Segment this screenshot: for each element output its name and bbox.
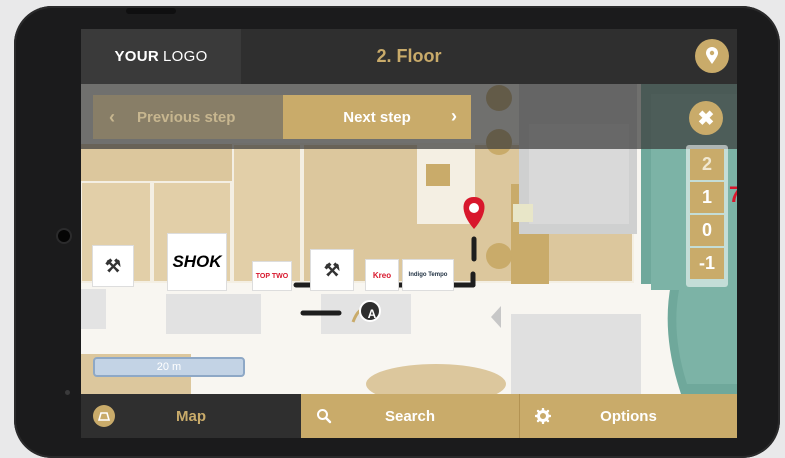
chevron-right-icon: › bbox=[451, 106, 457, 126]
gear-icon bbox=[532, 405, 554, 427]
floor-button-0[interactable]: 0 bbox=[690, 215, 724, 246]
map-scale: 20 m bbox=[93, 357, 245, 377]
next-step-button[interactable]: Next step › bbox=[283, 95, 471, 139]
service-icon bbox=[486, 243, 512, 269]
floor-selector: 2 1 0 -1 bbox=[690, 149, 724, 281]
close-icon: ✖ bbox=[697, 107, 715, 130]
front-camera bbox=[58, 230, 70, 242]
shop-logo-kreo[interactable]: Kreo bbox=[366, 260, 398, 290]
kiosk bbox=[81, 289, 106, 329]
floor-button-2[interactable]: 2 bbox=[690, 149, 724, 180]
shop-logo-indigo[interactable]: Indigo Tempo bbox=[403, 260, 453, 290]
previous-step-button[interactable]: ‹ Previous step bbox=[93, 95, 283, 139]
logo[interactable]: YOUR LOGO bbox=[81, 29, 241, 84]
power-button bbox=[126, 8, 176, 14]
floor-button-minus-1[interactable]: -1 bbox=[690, 248, 724, 279]
shop-logo-shok[interactable]: SHOK bbox=[168, 234, 226, 290]
kiosk bbox=[511, 314, 641, 394]
microphone-hole bbox=[65, 390, 70, 395]
close-route-button[interactable]: ✖ bbox=[689, 101, 723, 135]
app-screen: 7 ⚒ SHOK TOP TWO ⚒ Kreo Indigo Tempo A Y… bbox=[81, 29, 737, 438]
chevron-left-icon: ‹ bbox=[109, 106, 115, 127]
floor-title: 2. Floor bbox=[376, 46, 442, 66]
map-icon bbox=[93, 405, 115, 427]
floor-button-1[interactable]: 1 bbox=[690, 182, 724, 213]
tab-map[interactable]: Map bbox=[81, 394, 301, 438]
map-pin-icon bbox=[706, 47, 718, 64]
construction-icon: ⚒ bbox=[311, 250, 353, 290]
shop-logo bbox=[513, 204, 533, 222]
search-icon bbox=[313, 405, 335, 427]
shop-logo-top-two[interactable]: TOP TWO bbox=[253, 262, 291, 290]
locate-button[interactable] bbox=[695, 39, 729, 73]
restroom-icon bbox=[426, 164, 450, 186]
tab-options[interactable]: Options bbox=[520, 394, 737, 438]
tab-search[interactable]: Search bbox=[301, 394, 519, 438]
kiosk bbox=[166, 294, 261, 334]
construction-icon: ⚒ bbox=[93, 246, 133, 286]
start-marker-label: A bbox=[367, 307, 377, 321]
svg-text:7: 7 bbox=[729, 182, 737, 207]
